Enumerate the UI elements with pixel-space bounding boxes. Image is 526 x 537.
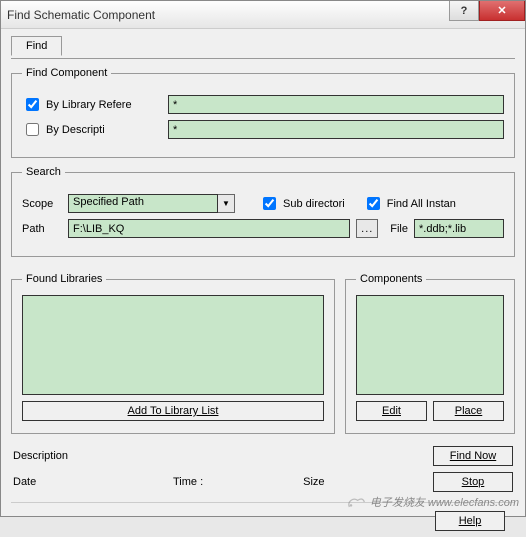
title-bar: Find Schematic Component xyxy=(1,1,525,29)
find-component-group: Find Component By Library Refere By Desc… xyxy=(11,67,515,158)
by-description-label: By Descripti xyxy=(46,124,105,136)
results-columns: Found Libraries Add To Library List Comp… xyxy=(11,265,515,442)
search-legend: Search xyxy=(22,166,65,178)
found-libraries-legend: Found Libraries xyxy=(22,273,106,285)
file-label: File xyxy=(390,223,408,235)
help-button[interactable]: Help xyxy=(435,511,505,531)
by-description-input[interactable] xyxy=(26,123,39,136)
stop-button[interactable]: Stop xyxy=(433,472,513,492)
info-row: Description Date Time : Size Find Now St… xyxy=(11,442,515,502)
close-icon[interactable] xyxy=(479,1,525,21)
size-label: Size xyxy=(303,476,324,488)
window-buttons xyxy=(449,1,525,21)
search-group: Search Scope Specified Path ▼ Sub direct… xyxy=(11,166,515,257)
find-now-button[interactable]: Find Now xyxy=(433,446,513,466)
chevron-down-icon[interactable]: ▼ xyxy=(218,194,235,213)
scope-label: Scope xyxy=(22,198,62,210)
sub-directories-input[interactable] xyxy=(263,197,276,210)
add-to-library-list-button[interactable]: Add To Library List xyxy=(22,401,324,421)
find-all-instances-checkbox[interactable]: Find All Instan xyxy=(363,194,456,213)
place-button[interactable]: Place xyxy=(433,401,504,421)
description-label: Description xyxy=(13,450,93,462)
info-column: Description Date Time : Size xyxy=(13,450,423,488)
sub-directories-label: Sub directori xyxy=(283,198,345,210)
file-filter-field[interactable] xyxy=(414,219,504,238)
browse-button[interactable]: ... xyxy=(356,219,378,238)
watermark: 电子发烧友 www.elecfans.com xyxy=(346,494,519,510)
by-library-reference-label: By Library Refere xyxy=(46,99,132,111)
sub-directories-checkbox[interactable]: Sub directori xyxy=(259,194,345,213)
tab-row: Find xyxy=(11,35,515,55)
find-component-legend: Find Component xyxy=(22,67,111,79)
by-library-reference-checkbox[interactable]: By Library Refere xyxy=(22,95,162,114)
path-label: Path xyxy=(22,223,62,235)
by-description-field[interactable] xyxy=(168,120,504,139)
found-libraries-group: Found Libraries Add To Library List xyxy=(11,273,335,434)
window-title: Find Schematic Component xyxy=(7,8,155,22)
date-label: Date xyxy=(13,476,93,488)
watermark-icon xyxy=(346,496,366,508)
content-area: Find Find Component By Library Refere By… xyxy=(1,29,525,537)
find-all-instances-input[interactable] xyxy=(367,197,380,210)
components-list[interactable] xyxy=(356,295,504,395)
tab-underline xyxy=(11,58,515,59)
dialog-window: Find Schematic Component Find Find Compo… xyxy=(0,0,526,517)
tab-find[interactable]: Find xyxy=(11,36,62,56)
path-field[interactable] xyxy=(68,219,350,238)
watermark-text: 电子发烧友 www.elecfans.com xyxy=(370,494,519,510)
by-library-reference-input[interactable] xyxy=(26,98,39,111)
time-label: Time : xyxy=(173,476,203,488)
edit-button[interactable]: Edit xyxy=(356,401,427,421)
components-legend: Components xyxy=(356,273,426,285)
scope-dropdown[interactable]: Specified Path ▼ xyxy=(68,194,235,213)
by-library-reference-field[interactable] xyxy=(168,95,504,114)
help-icon[interactable] xyxy=(449,1,479,21)
scope-value: Specified Path xyxy=(68,194,218,213)
found-libraries-list[interactable] xyxy=(22,295,324,395)
action-buttons: Find Now Stop xyxy=(433,446,513,492)
find-all-instances-label: Find All Instan xyxy=(387,198,456,210)
by-description-checkbox[interactable]: By Descripti xyxy=(22,120,162,139)
components-group: Components Edit Place xyxy=(345,273,515,434)
